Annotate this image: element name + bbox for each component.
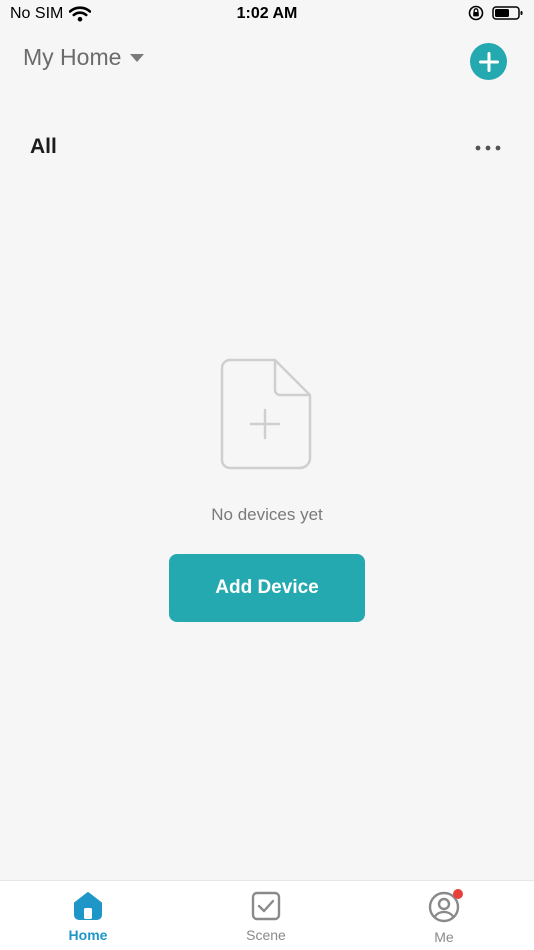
section-title: All <box>30 135 57 158</box>
tab-home-label: Home <box>68 927 108 943</box>
add-device-button[interactable]: Add Device <box>169 554 365 622</box>
tab-scene[interactable]: Scene <box>206 891 326 943</box>
battery-icon <box>492 6 523 20</box>
empty-document-icon <box>220 358 312 470</box>
caret-down-icon <box>130 53 145 62</box>
scene-checkbox-icon <box>251 891 281 921</box>
tab-me-label: Me <box>434 929 454 945</box>
tab-bar: Home Scene Me <box>0 880 534 950</box>
more-options-icon[interactable] <box>474 143 504 153</box>
notification-badge <box>453 889 463 899</box>
empty-message: No devices yet <box>211 505 323 524</box>
status-right <box>468 5 524 21</box>
home-screen: No SIM 1:02 AM My Home All No devices ye… <box>0 0 534 950</box>
home-name: My Home <box>23 44 122 70</box>
home-icon <box>74 892 102 920</box>
tab-home[interactable]: Home <box>28 891 148 943</box>
plus-icon <box>478 51 499 72</box>
home-selector[interactable]: My Home <box>23 44 145 71</box>
status-time: 1:02 AM <box>236 5 298 22</box>
status-bar: No SIM 1:02 AM <box>0 0 534 30</box>
add-button[interactable] <box>470 43 507 80</box>
orientation-lock-icon <box>468 5 484 21</box>
tab-me[interactable]: Me <box>384 889 504 945</box>
tab-scene-label: Scene <box>246 927 286 943</box>
